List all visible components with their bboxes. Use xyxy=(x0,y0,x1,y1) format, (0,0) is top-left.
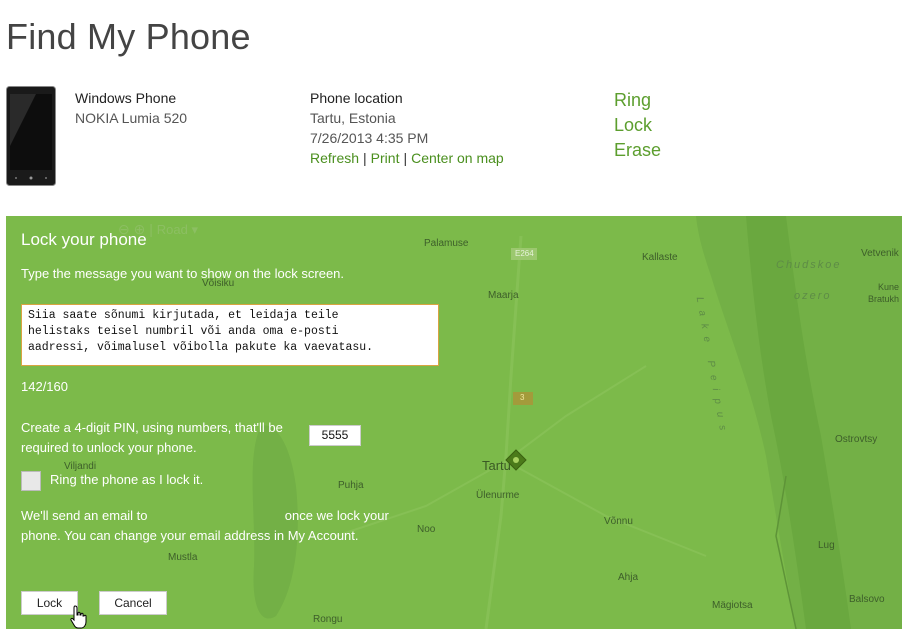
map-label-kune: Kune xyxy=(878,282,900,292)
device-name: Windows Phone xyxy=(75,90,177,106)
map-label-kallaste: Kallaste xyxy=(642,252,678,263)
pin-input[interactable]: 5555 xyxy=(309,425,361,446)
phone-actions: Ring Lock Erase xyxy=(614,88,661,163)
map-label-ahja: Ahja xyxy=(618,572,639,583)
ring-checkbox[interactable] xyxy=(21,471,41,491)
map-label-maarja: Maarja xyxy=(488,290,519,301)
center-on-map-link[interactable]: Center on map xyxy=(411,150,504,166)
location-links: Refresh | Print | Center on map xyxy=(310,148,504,168)
map-label-road-3: 3 xyxy=(520,393,525,402)
map-label-vetvenik: Vetvenik xyxy=(861,248,899,259)
map-label-road-e264: E264 xyxy=(515,249,534,258)
print-link[interactable]: Print xyxy=(371,150,400,166)
ring-link[interactable]: Ring xyxy=(614,88,661,113)
map-label-ozero: ozero xyxy=(794,290,832,302)
lock-panel-title: Lock your phone xyxy=(21,230,147,249)
device-info: Windows Phone NOKIA Lumia 520 xyxy=(75,88,187,128)
map-label-vonnu: Võnnu xyxy=(604,516,633,527)
device-model: NOKIA Lumia 520 xyxy=(75,110,188,126)
link-separator: | xyxy=(363,150,367,166)
page-title: Find My Phone xyxy=(6,16,251,57)
character-counter: 142/160 xyxy=(21,379,68,394)
map-label-magiotsa: Mägiotsa xyxy=(712,600,753,611)
location-timestamp: 7/26/2013 4:35 PM xyxy=(310,130,429,146)
link-separator: | xyxy=(403,150,408,166)
email-note: We'll send an email to once we lock your… xyxy=(21,506,421,546)
hand-cursor-icon xyxy=(70,605,88,634)
map-label-palamuse: Palamuse xyxy=(424,238,469,249)
cancel-button[interactable]: Cancel xyxy=(99,591,167,615)
lock-link[interactable]: Lock xyxy=(614,113,661,138)
map-label-tartu: Tartu xyxy=(482,458,511,473)
erase-link[interactable]: Erase xyxy=(614,138,661,163)
email-note-pre: We'll send an email to xyxy=(21,508,148,523)
location-place: Tartu, Estonia xyxy=(310,110,396,126)
ring-checkbox-label: Ring the phone as I lock it. xyxy=(50,472,204,487)
lock-message-textarea[interactable]: Siia saate sõnumi kirjutada, et leidaja … xyxy=(21,304,439,366)
map-label-ulenurme: Ülenurme xyxy=(476,490,520,501)
map-label-balsovo: Balsovo xyxy=(849,594,885,605)
map-label-lug: Lug xyxy=(818,540,835,551)
map-label-ostrovtsy: Ostrovtsy xyxy=(835,434,878,445)
pin-label: Create a 4-digit PIN, using numbers, tha… xyxy=(21,420,283,455)
map-label-bratukh: Bratukh xyxy=(868,294,900,304)
map-label-chudskoe: Chudskoe xyxy=(776,259,842,271)
phone-image xyxy=(6,86,56,186)
lock-message-instruction: Type the message you want to show on the… xyxy=(21,266,345,281)
lock-panel: Lock your phone Type the message you wan… xyxy=(6,216,439,629)
location-info: Phone location Tartu, Estonia 7/26/2013 … xyxy=(310,88,504,168)
refresh-link[interactable]: Refresh xyxy=(310,150,359,166)
location-label: Phone location xyxy=(310,90,403,106)
